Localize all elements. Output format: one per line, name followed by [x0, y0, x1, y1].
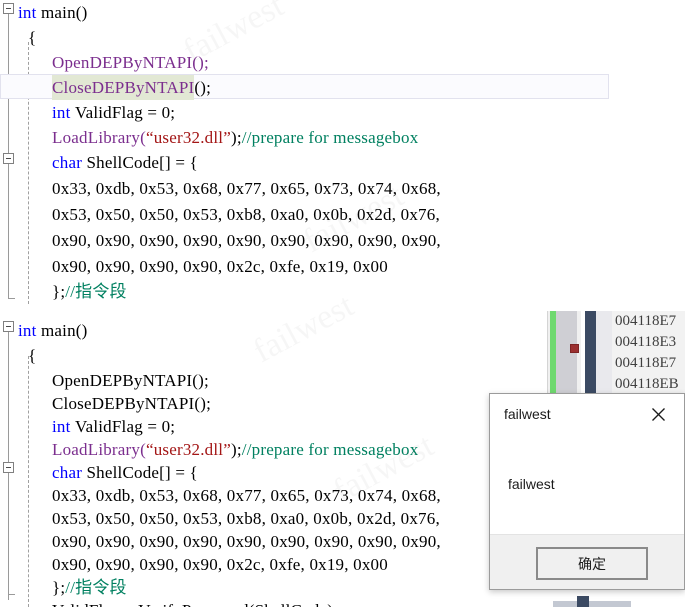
outlining-margin-bottom[interactable] — [0, 310, 18, 607]
window-indicator-marker — [577, 596, 589, 607]
code-token: ValidFlag = 0; — [75, 417, 176, 436]
code-token: int — [52, 103, 75, 122]
code-token: LoadLibrary( — [52, 440, 146, 459]
address-value: 004118E3 — [615, 334, 677, 350]
code-token: ); — [230, 128, 242, 147]
code-token: OpenDEPByNTAPI(); — [52, 371, 209, 390]
code-token: { — [28, 346, 37, 365]
address-column: 004118E7 004118E3 004118E7 004118EB — [612, 311, 685, 396]
dialog-title: failwest — [504, 406, 551, 422]
code-token: int — [18, 321, 41, 340]
collapse-region-toggle[interactable] — [3, 3, 14, 14]
code-token: ShellCode[] = { — [86, 463, 198, 482]
code-token: 0x33, 0xdb, 0x53, 0x68, 0x77, 0x65, 0x73… — [52, 179, 441, 198]
code-token: 0x90, 0x90, 0x90, 0x90, 0x2c, 0xfe, 0x19… — [52, 555, 388, 574]
code-token: }; — [52, 578, 66, 597]
code-token: }; — [52, 282, 66, 301]
code-token: ); — [230, 440, 242, 459]
screen-root: int main(){OpenDEPByNTAPI(); CloseDEPByNT… — [0, 0, 685, 607]
code-token: ValidFlag = VerifyPassword(ShellCode); — [52, 598, 338, 607]
ok-button[interactable]: 确定 — [536, 547, 648, 580]
code-token: int — [52, 417, 75, 436]
code-token: main() — [41, 321, 88, 340]
code-editor-pane-top[interactable]: int main(){ OpenDEPByNTAPI(); CloseDEPByNT… — [0, 0, 685, 306]
dialog-footer: 确定 — [490, 534, 684, 589]
code-token: //指令段 — [65, 578, 127, 597]
code-token: 0x90, 0x90, 0x90, 0x90, 0x90, 0x90, 0x90… — [52, 231, 441, 250]
collapse-region-toggle[interactable] — [3, 321, 14, 332]
code-token: 0x90, 0x90, 0x90, 0x90, 0x2c, 0xfe, 0x19… — [52, 257, 388, 276]
panel-filler — [596, 311, 612, 396]
code-token: main() — [41, 3, 88, 22]
dialog-body: failwest — [490, 438, 684, 534]
code-token: CloseDEPByNTAPI(); — [52, 394, 212, 413]
taskbar-strip — [553, 601, 631, 607]
code-token: 0x53, 0x50, 0x50, 0x53, 0xb8, 0xa0, 0x0b… — [52, 509, 440, 528]
indent-guide-line — [28, 356, 29, 607]
disassembly-panel[interactable]: 004118E7 004118E3 004118E7 004118EB — [547, 311, 685, 396]
scroll-indicator-bar[interactable] — [585, 311, 596, 396]
code-token: “user32.dll” — [145, 128, 231, 147]
code-token: //指令段 — [65, 282, 127, 301]
dialog-titlebar[interactable]: failwest — [490, 394, 684, 438]
code-token: 0x53, 0x50, 0x50, 0x53, 0xb8, 0xa0, 0x0b… — [52, 205, 440, 224]
code-token: { — [28, 28, 37, 47]
collapse-region-toggle[interactable] — [3, 153, 14, 164]
outlining-end-corner — [8, 588, 15, 595]
outlining-end-corner — [8, 292, 15, 299]
collapse-region-toggle[interactable] — [3, 462, 14, 473]
code-token: 0x33, 0xdb, 0x53, 0x68, 0x77, 0x65, 0x73… — [52, 486, 441, 505]
code-token: ShellCode[] = { — [86, 153, 198, 172]
code-token: char — [52, 153, 87, 172]
code-token: (); — [194, 78, 212, 97]
address-value: 004118E7 — [615, 313, 677, 329]
code-token: 0x90, 0x90, 0x90, 0x90, 0x90, 0x90, 0x90… — [52, 532, 441, 551]
code-token: CloseDEPByNTAPI — [52, 75, 195, 100]
code-token: OpenDEPByNTAPI(); — [52, 53, 209, 72]
dialog-message: failwest — [508, 476, 555, 492]
code-token: int — [18, 3, 41, 22]
message-dialog[interactable]: failwest failwest 确定 — [489, 393, 685, 590]
code-token: char — [52, 463, 87, 482]
breakpoint-icon[interactable] — [570, 344, 579, 353]
code-token: ValidFlag = 0; — [75, 103, 176, 122]
code-token: //prepare for messagebox — [241, 128, 419, 147]
breakpoint-margin[interactable] — [556, 311, 579, 396]
address-value: 004118E7 — [615, 355, 677, 371]
code-token: LoadLibrary( — [52, 128, 146, 147]
address-value: 004118EB — [615, 376, 679, 392]
code-token: “user32.dll” — [145, 440, 231, 459]
close-icon[interactable] — [638, 398, 678, 430]
code-token: //prepare for messagebox — [241, 440, 419, 459]
